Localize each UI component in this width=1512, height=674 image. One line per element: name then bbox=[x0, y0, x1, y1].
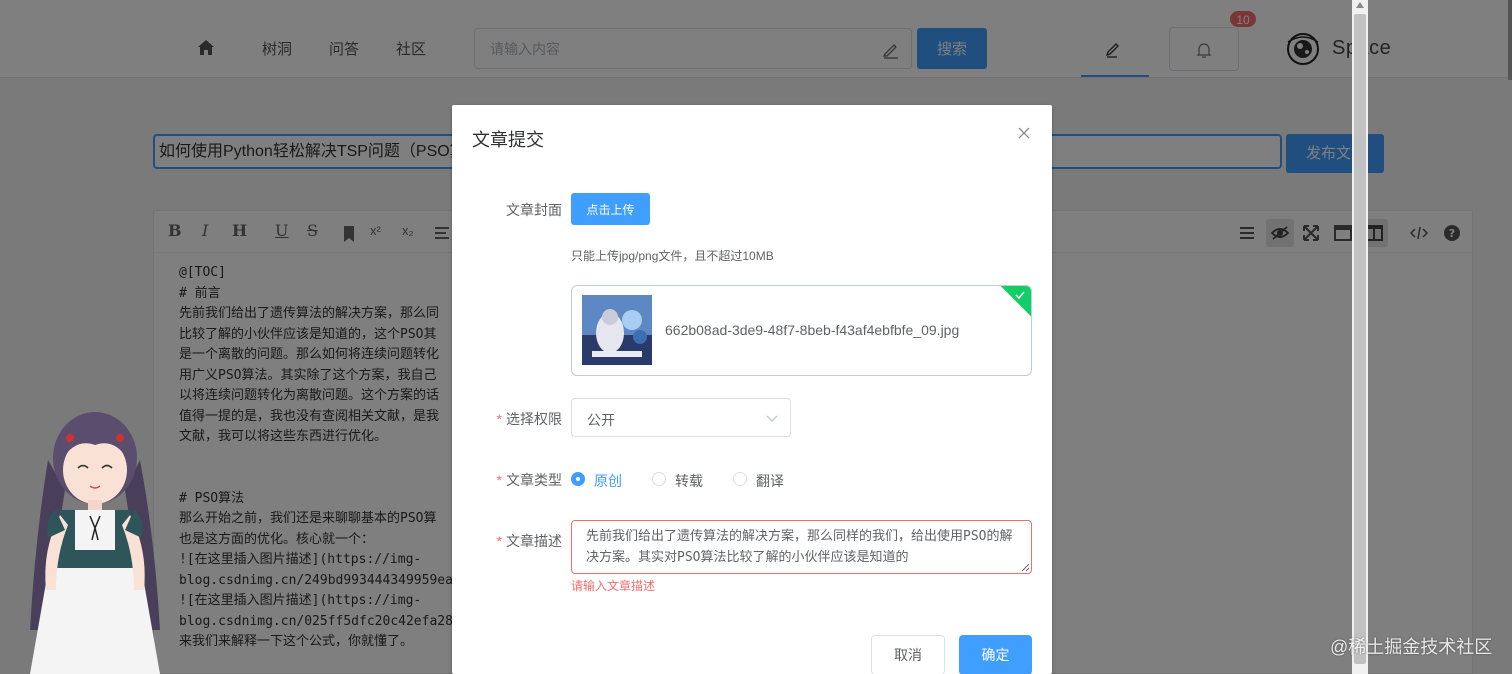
close-icon[interactable] bbox=[1018, 127, 1030, 139]
upload-button[interactable]: 点击上传 bbox=[571, 193, 650, 225]
description-textarea[interactable]: 先前我们给出了遗传算法的解决方案，那么同样的我们，给出使用PSO的解决方案。其实… bbox=[571, 520, 1032, 574]
cancel-button[interactable]: 取消 bbox=[871, 635, 945, 674]
radio-unchecked-icon bbox=[733, 472, 747, 486]
watermark: @稀土掘金技术社区 bbox=[1330, 637, 1493, 657]
type-label: * 文章类型 bbox=[496, 472, 562, 488]
window-edge bbox=[1508, 0, 1512, 80]
chevron-down-icon bbox=[766, 415, 778, 422]
radio-label: 原创 bbox=[594, 473, 622, 489]
uploaded-image-thumbnail bbox=[582, 295, 652, 365]
radio-unchecked-icon bbox=[652, 472, 666, 486]
article-submit-dialog: 文章提交 文章封面 点击上传 只能上传jpg/png文件，且不超过10MB 66… bbox=[452, 105, 1052, 674]
dialog-title: 文章提交 bbox=[472, 130, 544, 150]
description-label: * 文章描述 bbox=[496, 533, 562, 549]
permission-selected-value: 公开 bbox=[587, 412, 615, 428]
radio-label: 翻译 bbox=[756, 473, 784, 489]
mascot-character-image[interactable] bbox=[20, 400, 170, 674]
scroll-thumb[interactable] bbox=[1354, 14, 1366, 664]
radio-label: 转载 bbox=[675, 473, 703, 489]
permission-label: * 选择权限 bbox=[496, 411, 562, 427]
upload-tip: 只能上传jpg/png文件，且不超过10MB bbox=[571, 249, 774, 263]
permission-select[interactable]: 公开 bbox=[571, 398, 791, 437]
uploaded-file-name: 662b08ad-3de9-48f7-8beb-f43af4ebfbfe_09.… bbox=[665, 322, 960, 338]
cover-label: 文章封面 bbox=[506, 202, 562, 218]
scroll-up-arrow-icon[interactable] bbox=[1356, 2, 1364, 8]
radio-checked-icon bbox=[571, 472, 585, 486]
uploaded-file-card[interactable]: 662b08ad-3de9-48f7-8beb-f43af4ebfbfe_09.… bbox=[571, 285, 1032, 376]
page-scrollbar[interactable] bbox=[1352, 0, 1368, 674]
confirm-button[interactable]: 确定 bbox=[959, 635, 1032, 674]
description-error: 请输入文章描述 bbox=[571, 579, 656, 593]
check-icon bbox=[1015, 291, 1025, 300]
resize-handle-icon[interactable] bbox=[1020, 562, 1030, 572]
